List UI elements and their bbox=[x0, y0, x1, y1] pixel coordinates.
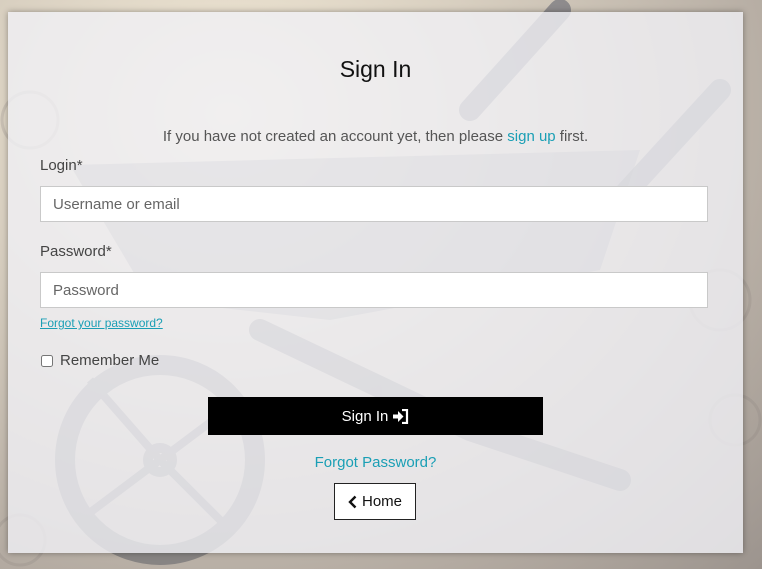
forgot-password-small-link[interactable]: Forgot your password? bbox=[40, 316, 163, 330]
forgot-password-row: Forgot Password? bbox=[8, 454, 743, 471]
signup-prompt-prefix: If you have not created an account yet, … bbox=[162, 128, 508, 145]
remember-me-checkbox[interactable] bbox=[41, 354, 53, 367]
remember-me[interactable]: Remember Me bbox=[40, 352, 159, 369]
home-button-label: Home bbox=[361, 493, 402, 510]
password-input[interactable] bbox=[40, 272, 708, 308]
signin-card: Sign In If you have not created an accou… bbox=[8, 12, 743, 553]
remember-me-label: Remember Me bbox=[60, 352, 160, 369]
login-label: Login* bbox=[40, 157, 83, 174]
signup-prompt-suffix: first. bbox=[555, 128, 589, 145]
password-label: Password* bbox=[40, 243, 112, 260]
chevron-left-icon bbox=[348, 495, 357, 508]
signin-button-label: Sign In bbox=[341, 407, 389, 425]
sign-in-icon bbox=[393, 408, 409, 424]
home-button[interactable]: Home bbox=[334, 483, 416, 520]
login-input[interactable] bbox=[40, 186, 708, 222]
signup-prompt: If you have not created an account yet, … bbox=[8, 128, 743, 145]
signup-link[interactable]: sign up bbox=[507, 128, 555, 145]
page-title: Sign In bbox=[339, 56, 412, 82]
signin-button[interactable]: Sign In bbox=[208, 397, 543, 435]
forgot-password-link[interactable]: Forgot Password? bbox=[315, 454, 437, 471]
